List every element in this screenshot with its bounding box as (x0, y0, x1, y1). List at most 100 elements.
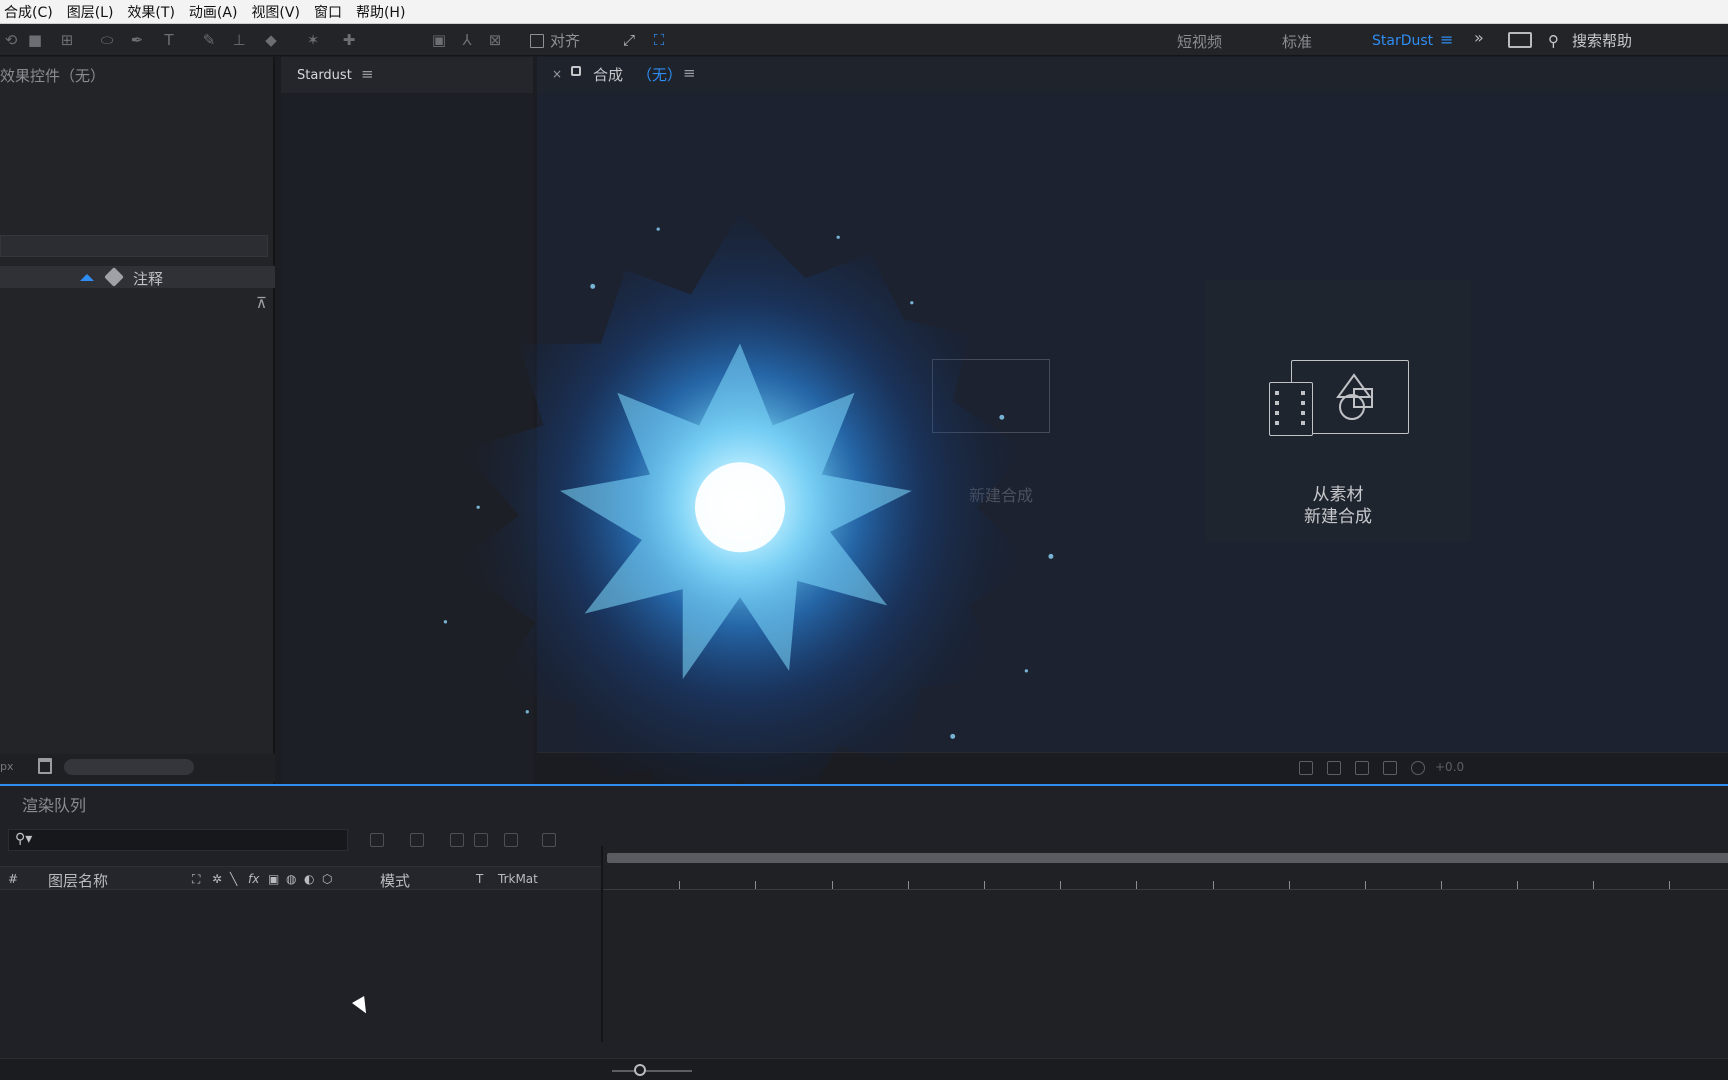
project-scrollbar[interactable] (64, 759, 194, 775)
zoom-slider-track[interactable] (612, 1070, 692, 1072)
column-number: # (8, 872, 19, 886)
region-icon[interactable] (1299, 761, 1313, 775)
menu-effect[interactable]: 效果(T) (127, 2, 174, 22)
workspace-standard[interactable]: 标准 (1282, 31, 1312, 52)
comment-column-label[interactable]: 注释 (133, 268, 163, 289)
footer-unit: px (0, 760, 14, 773)
layer-search-input[interactable]: ⚲▾ (8, 829, 348, 851)
menu-animation[interactable]: 动画(A) (189, 2, 238, 22)
rotate-tool-icon[interactable]: ⟲ (0, 30, 22, 50)
render-queue-tab[interactable]: 渲染队列 (22, 792, 86, 816)
new-comp-label-line2: 新建合成 (1304, 507, 1372, 527)
lock-icon[interactable] (571, 66, 581, 76)
workspace-stardust[interactable]: StarDust (1372, 33, 1433, 49)
frame-blending-icon[interactable] (474, 833, 488, 847)
trash-icon[interactable] (38, 758, 52, 774)
snap-feature-icon[interactable]: ⛶ (648, 30, 670, 50)
menu-view[interactable]: 视图(V) (251, 2, 300, 22)
pen-tool-icon[interactable]: ✒ (126, 30, 148, 50)
flowchart-icon[interactable]: ⊼ (256, 294, 267, 312)
column-t: T (476, 872, 484, 886)
search-icon: ⚲▾ (15, 831, 33, 847)
column-mode[interactable]: 模式 (380, 870, 410, 891)
brush-tool-icon[interactable]: ✎ (198, 30, 220, 50)
composition-panel: × 合成 （无） ≡ 新建合成 从素材 新建合成 +0.0 (537, 57, 1728, 784)
search-help[interactable]: ⚲ 搜索帮助 (1548, 27, 1728, 53)
film-strip-icon (1269, 382, 1313, 436)
timeline-track-area[interactable] (601, 846, 1728, 1042)
column-trkmat[interactable]: TrkMat (498, 872, 538, 886)
effects-switch-icon: fx (248, 872, 260, 886)
panel-menu-icon[interactable]: ≡ (361, 65, 374, 83)
snap-toggle[interactable]: 对齐 (530, 30, 580, 51)
stardust-tab[interactable]: Stardust ≡ (281, 57, 533, 93)
shy-layers-icon[interactable] (450, 833, 464, 847)
flowchart-view-icon[interactable] (1383, 761, 1397, 775)
graph-editor-icon[interactable] (542, 833, 556, 847)
axis-view-icon[interactable]: ⊠ (484, 30, 506, 50)
workspace-menu-icon[interactable]: ≡ (1440, 30, 1453, 49)
comp-mini-flowchart-icon[interactable] (370, 833, 384, 847)
search-icon: ⚲ (1548, 32, 1559, 50)
exposure-readout[interactable]: +0.0 (1435, 760, 1464, 774)
menu-help[interactable]: 帮助(H) (356, 2, 405, 22)
pan-behind-tool-icon[interactable]: ⊞ (56, 30, 78, 50)
snapshot-icon[interactable] (1355, 761, 1369, 775)
time-ruler[interactable] (603, 870, 1728, 890)
menu-window[interactable]: 窗口 (314, 2, 342, 22)
project-column-header: 注释 (0, 266, 275, 288)
motion-blur-switch-icon: ◍ (286, 872, 297, 886)
work-area-bar[interactable] (607, 853, 1728, 863)
text-tool-icon[interactable]: T (158, 30, 180, 50)
more-workspaces-icon[interactable]: » (1474, 28, 1484, 47)
composition-tab[interactable]: × 合成 （无） ≡ (537, 57, 1728, 93)
puppet-pin-tool-icon[interactable]: ✚ (338, 30, 360, 50)
shy-switch-icon: ⛶ (192, 872, 201, 886)
sort-up-icon[interactable] (80, 274, 94, 281)
snap-checkbox[interactable] (530, 33, 544, 48)
menu-bar: 合成(C) 图层(L) 效果(T) 动画(A) 视图(V) 窗口 帮助(H) (0, 0, 1728, 24)
project-search-bar[interactable] (0, 235, 268, 257)
effect-controls-title[interactable]: 效果控件（无） (0, 65, 105, 86)
composition-footer: +0.0 (537, 752, 1728, 784)
new-comp-from-footage[interactable]: 从素材 新建合成 (1205, 280, 1471, 542)
clone-stamp-tool-icon[interactable]: ⊥ (228, 30, 250, 50)
column-layer-name[interactable]: 图层名称 (48, 870, 108, 891)
ghost-new-comp-label: 新建合成 (969, 486, 1034, 505)
ellipse-tool-icon[interactable]: ⬭ (96, 30, 118, 50)
snap-edge-icon[interactable]: ⤢ (618, 30, 640, 50)
adjustment-switch-icon: ◐ (304, 872, 315, 886)
toolbar: ⟲ ■ ⊞ ⬭ ✒ T ✎ ⊥ ◆ ✶ ✚ ▣ ⅄ ⊠ 对齐 ⤢ ⛶ 短视频 标… (0, 24, 1728, 56)
label-tag-icon[interactable] (104, 267, 124, 287)
zoom-slider-knob[interactable] (634, 1064, 646, 1076)
workspace-short-video[interactable]: 短视频 (1177, 31, 1222, 52)
effect-controls-panel: 效果控件（无） 注释 ⊼ px (0, 57, 275, 784)
stardust-panel: Stardust ≡ (281, 57, 533, 784)
motion-blur-icon[interactable] (504, 833, 518, 847)
composition-tab-label: 合成 (593, 66, 624, 84)
roto-brush-tool-icon[interactable]: ✶ (302, 30, 324, 50)
snap-label: 对齐 (550, 32, 581, 50)
axis-local-icon[interactable]: ▣ (428, 30, 450, 50)
settings-gear-icon[interactable] (1411, 761, 1425, 775)
axis-world-icon[interactable]: ⅄ (456, 30, 478, 50)
timeline-panel: 渲染队列 ⚲▾ # 图层名称 ⛶ ✲ ╲ fx ▣ ◍ ◐ ⬡ 模式 T Trk… (0, 784, 1728, 1080)
3d-layer-switch-icon: ⬡ (322, 872, 333, 886)
eraser-tool-icon[interactable]: ◆ (260, 30, 282, 50)
camera-tool-icon[interactable]: ■ (24, 30, 46, 50)
menu-composition[interactable]: 合成(C) (4, 2, 53, 22)
collapse-switch-icon: ✲ (212, 872, 223, 886)
layer-column-headers: # 图层名称 ⛶ ✲ ╲ fx ▣ ◍ ◐ ⬡ 模式 T TrkMat (0, 866, 601, 890)
workspace-layout-icon[interactable] (1508, 32, 1532, 48)
timeline-switches (370, 829, 590, 851)
ghost-new-comp-card (932, 359, 1050, 433)
transparency-icon[interactable] (1327, 761, 1341, 775)
draft-3d-icon[interactable] (410, 833, 424, 847)
panel-menu-icon[interactable]: ≡ (683, 64, 696, 82)
search-help-label: 搜索帮助 (1572, 31, 1633, 50)
menu-layer[interactable]: 图层(L) (67, 2, 114, 22)
frame-blend-switch-icon: ▣ (268, 872, 280, 886)
composition-tab-name: （无） (637, 66, 683, 84)
timeline-footer (0, 1058, 1728, 1080)
close-icon[interactable]: × (552, 67, 562, 81)
